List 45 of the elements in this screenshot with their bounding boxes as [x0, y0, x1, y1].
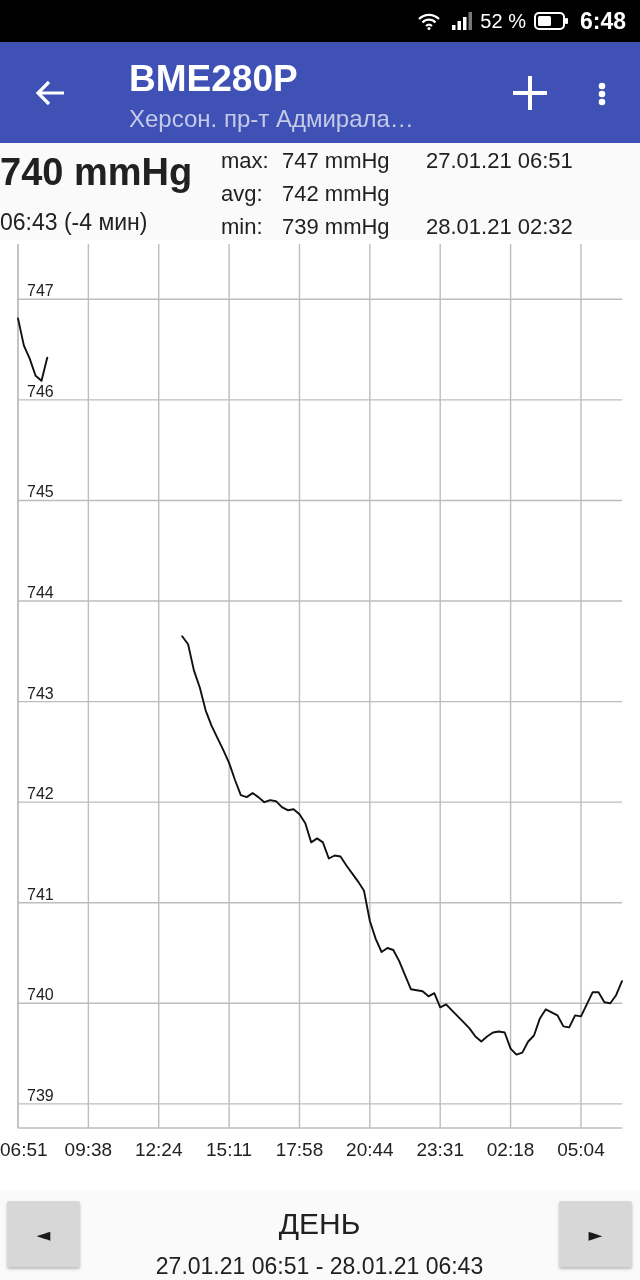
x-axis-label: 23:31	[416, 1139, 464, 1160]
battery-percent: 52 %	[480, 9, 526, 33]
stat-label: avg:	[221, 179, 264, 208]
signal-icon	[452, 12, 473, 30]
y-axis-label: 743	[27, 684, 54, 702]
wifi-icon	[418, 12, 441, 30]
y-axis-label: 747	[27, 282, 54, 300]
battery-icon	[533, 12, 568, 30]
x-axis-label: 02:18	[486, 1139, 535, 1160]
y-axis-label: 745	[27, 483, 54, 501]
y-axis-label: 746	[27, 382, 54, 400]
stat-value: 742 mmHg	[282, 179, 391, 208]
menu-button[interactable]	[598, 82, 606, 106]
y-axis-label: 744	[27, 584, 54, 601]
period-range: 27.01.21 06:51 - 28.01.21 06:43	[155, 1252, 484, 1280]
y-axis-label: 739	[27, 1086, 54, 1104]
stat-label: max:	[221, 146, 270, 175]
more-options-icon	[598, 82, 606, 106]
stat-timestamp: 27.01.21 06:51	[426, 146, 573, 175]
y-axis-label: 741	[27, 885, 54, 903]
app-title: BME280P	[129, 58, 299, 100]
previous-period-button[interactable]: ◄	[7, 1201, 80, 1267]
back-arrow-icon	[35, 80, 65, 106]
stat-label: min:	[221, 212, 264, 241]
next-period-button[interactable]: ►	[559, 1201, 632, 1267]
stat-value: 739 mmHg	[282, 212, 391, 241]
stat-timestamp: 28.01.21 02:32	[426, 212, 573, 241]
x-axis-label: 20:44	[346, 1139, 394, 1160]
back-button[interactable]	[35, 80, 65, 106]
y-axis-label: 742	[27, 785, 54, 803]
x-axis-label: 05:04	[557, 1139, 605, 1160]
period-label: ДЕНЬ	[278, 1206, 361, 1242]
app-subtitle: Херсон. пр-т Адмирала…	[129, 105, 415, 133]
x-axis-label: 17:58	[275, 1139, 324, 1160]
current-reading: 740 mmHg	[0, 150, 194, 194]
stat-value: 747 mmHg	[282, 146, 391, 175]
x-axis-label: 09:38	[64, 1139, 113, 1160]
x-axis-label: 15:11	[206, 1139, 253, 1160]
plus-icon	[513, 76, 547, 110]
clock-time: 6:48	[579, 8, 626, 34]
reading-time: 06:43 (-4 мин)	[0, 208, 149, 236]
y-axis-label: 740	[27, 986, 54, 1004]
add-button[interactable]	[513, 76, 547, 110]
x-axis-label: 12:24	[134, 1139, 183, 1160]
x-axis-label: 06:51	[0, 1139, 48, 1160]
